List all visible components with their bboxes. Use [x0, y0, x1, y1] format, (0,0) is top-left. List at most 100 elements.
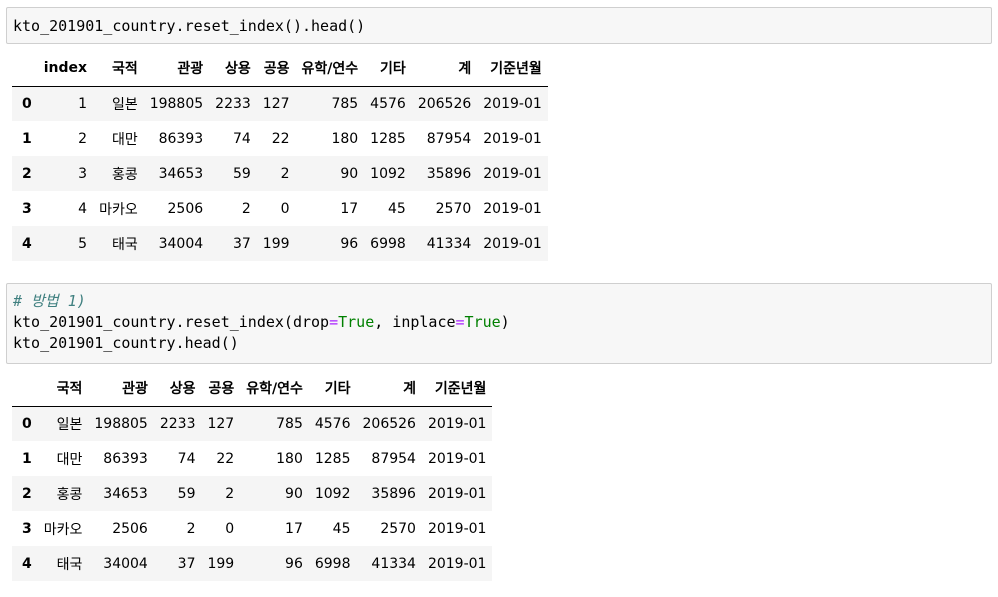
table-cell: 17: [340, 200, 359, 217]
table-cell: 2019-01: [427, 450, 487, 467]
table-row: 2 3 홍콩 34653 59 2 90 1092 35896 2019-01: [12, 156, 548, 191]
table-cell: 199: [207, 555, 235, 572]
table-cell: 87954: [426, 130, 472, 147]
table-cell: 17: [285, 520, 303, 537]
table-cell: 2: [186, 520, 196, 537]
table-row: 3 마카오 2506 2 0 17 45 2570 2019-01: [12, 511, 492, 546]
table-cell: 태국: [56, 556, 83, 573]
table-cell: 90: [285, 485, 303, 502]
row-index: 1: [22, 450, 32, 467]
table-cell: 2019-01: [483, 165, 542, 182]
table-cell: 마카오: [99, 201, 138, 218]
column-header: 관광: [88, 371, 154, 407]
table-cell: 일본: [56, 416, 83, 433]
table-header-row: index 국적 관광 상용 공용 유학/연수 기타 계 기준년월: [12, 51, 548, 87]
table-cell: 홍콩: [56, 486, 83, 503]
table-cell: 90: [340, 165, 359, 182]
table-row: 1 대만 86393 74 22 180 1285 87954 2019-01: [12, 441, 492, 476]
column-header: 상용: [209, 51, 257, 87]
table-cell: 2506: [112, 520, 148, 537]
table-cell: 0: [225, 520, 235, 537]
row-index: 2: [22, 485, 32, 502]
table-cell: 2570: [380, 520, 416, 537]
table-cell: 4576: [370, 95, 406, 112]
table-cell: 1092: [314, 485, 351, 502]
table-cell: 180: [331, 130, 359, 147]
table-cell: 35896: [371, 485, 416, 502]
table-cell: 37: [177, 555, 196, 572]
table-cell: 2019-01: [427, 555, 487, 572]
code-cell-1[interactable]: kto_201901_country.reset_index().head(): [6, 7, 992, 44]
table-cell: 785: [331, 95, 359, 112]
table-cell: 785: [276, 415, 303, 432]
table-cell: 41334: [426, 235, 472, 252]
table-cell: 2570: [435, 200, 472, 217]
table-cell: 2019-01: [427, 485, 487, 502]
row-index: 3: [22, 200, 32, 217]
row-index: 3: [22, 520, 32, 537]
column-header: 기타: [308, 371, 357, 407]
table-cell: 86393: [103, 450, 148, 467]
table-cell: 22: [271, 130, 290, 147]
column-header: 공용: [256, 51, 296, 87]
table-cell: 마카오: [43, 521, 83, 538]
table-cell: 35896: [426, 165, 472, 182]
table-cell: 34653: [158, 165, 204, 182]
column-header: 계: [356, 371, 422, 407]
table-cell: 127: [207, 415, 235, 432]
table-cell: 1092: [370, 165, 406, 182]
table-cell: 0: [280, 200, 290, 217]
column-header: [12, 51, 38, 87]
table-cell: 45: [387, 200, 406, 217]
table-cell: 199: [262, 235, 290, 252]
column-header: 국적: [37, 371, 89, 407]
table-cell: 127: [262, 95, 290, 112]
table-cell: 96: [340, 235, 359, 252]
column-header: 기준년월: [421, 371, 493, 407]
table-cell: 5: [78, 235, 88, 252]
dataframe-output-2: 국적 관광 상용 공용 유학/연수 기타 계 기준년월 0 일본 198805 2233 127 785…: [12, 371, 493, 581]
column-header: 기타: [364, 51, 412, 87]
table-cell: 22: [216, 450, 235, 467]
table-cell: 34653: [103, 485, 148, 502]
column-header: 관광: [143, 51, 210, 87]
row-index: 0: [22, 95, 32, 112]
table-cell: 2506: [167, 200, 204, 217]
row-index: 0: [22, 415, 32, 432]
code-comment: # 방법 1): [13, 292, 86, 310]
code-line: kto_201901_country.reset_index().head(): [13, 17, 366, 35]
table-cell: 2: [241, 200, 251, 217]
column-header: 상용: [153, 371, 202, 407]
table-cell: 59: [232, 165, 251, 182]
table-cell: 4576: [314, 415, 351, 432]
table-cell: 37: [232, 235, 251, 252]
table-row: 0 1 일본 198805 2233 127 785 4576 206526 2019-01: [12, 86, 548, 121]
column-header: 계: [411, 51, 478, 87]
table-cell: 2: [78, 130, 88, 147]
table-cell: 2019-01: [483, 95, 542, 112]
row-index: 4: [22, 235, 32, 252]
table-cell: 홍콩: [111, 166, 138, 183]
table-cell: 96: [285, 555, 303, 572]
table-row: 0 일본 198805 2233 127 785 4576 206526 2019-01: [12, 406, 493, 441]
table-cell: 대만: [111, 131, 138, 148]
table-cell: 34004: [158, 235, 204, 252]
row-index: 1: [22, 130, 32, 147]
table-cell: 34004: [103, 555, 148, 572]
table-cell: 1: [78, 95, 88, 112]
row-index: 4: [22, 555, 32, 572]
table-cell: 86393: [158, 130, 204, 147]
column-header: 공용: [201, 371, 241, 407]
column-header: 유학/연수: [240, 371, 309, 407]
table-cell: 180: [276, 450, 303, 467]
table-cell: 59: [177, 485, 196, 502]
table-cell: 206526: [417, 95, 472, 112]
column-header: 기준년월: [477, 51, 548, 87]
code-cell-2[interactable]: # 방법 1) kto_201901_country.reset_index(d…: [6, 283, 992, 364]
table-cell: 41334: [371, 555, 416, 572]
table-cell: 74: [232, 130, 251, 147]
table-row: 4 태국 34004 37 199 96 6998 41334 2019-01: [12, 546, 493, 581]
column-header: [12, 371, 38, 407]
table-cell: 206526: [362, 415, 416, 432]
table-cell: 3: [78, 165, 88, 182]
